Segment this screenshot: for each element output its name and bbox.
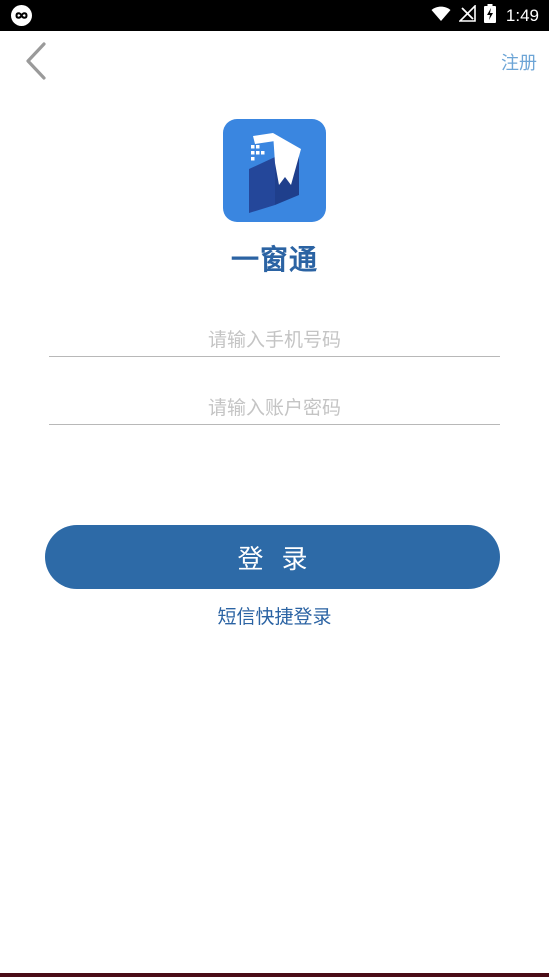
back-arrow-icon [26,42,46,80]
phone-input[interactable] [49,316,500,356]
sms-login-link[interactable]: 短信快捷登录 [0,602,549,629]
status-bar: 1:49 [0,0,549,31]
app-title: 一窗通 [230,243,318,276]
password-field[interactable] [49,384,500,425]
app-notification-icon [11,5,32,26]
register-link[interactable]: 注册 [501,49,537,75]
login-button[interactable]: 登录 [45,525,500,589]
book-logo-icon [249,133,301,213]
phone-field[interactable] [49,316,500,357]
status-time: 1:49 [505,5,539,25]
bottom-edge [0,973,549,977]
no-signal-icon [457,4,476,26]
battery-charging-icon [483,4,496,27]
header: 注册 [0,31,549,91]
wifi-icon [431,6,451,26]
status-icons: 1:49 [431,0,539,31]
app-logo [223,119,326,222]
back-button[interactable] [18,41,58,81]
password-input[interactable] [49,384,500,424]
